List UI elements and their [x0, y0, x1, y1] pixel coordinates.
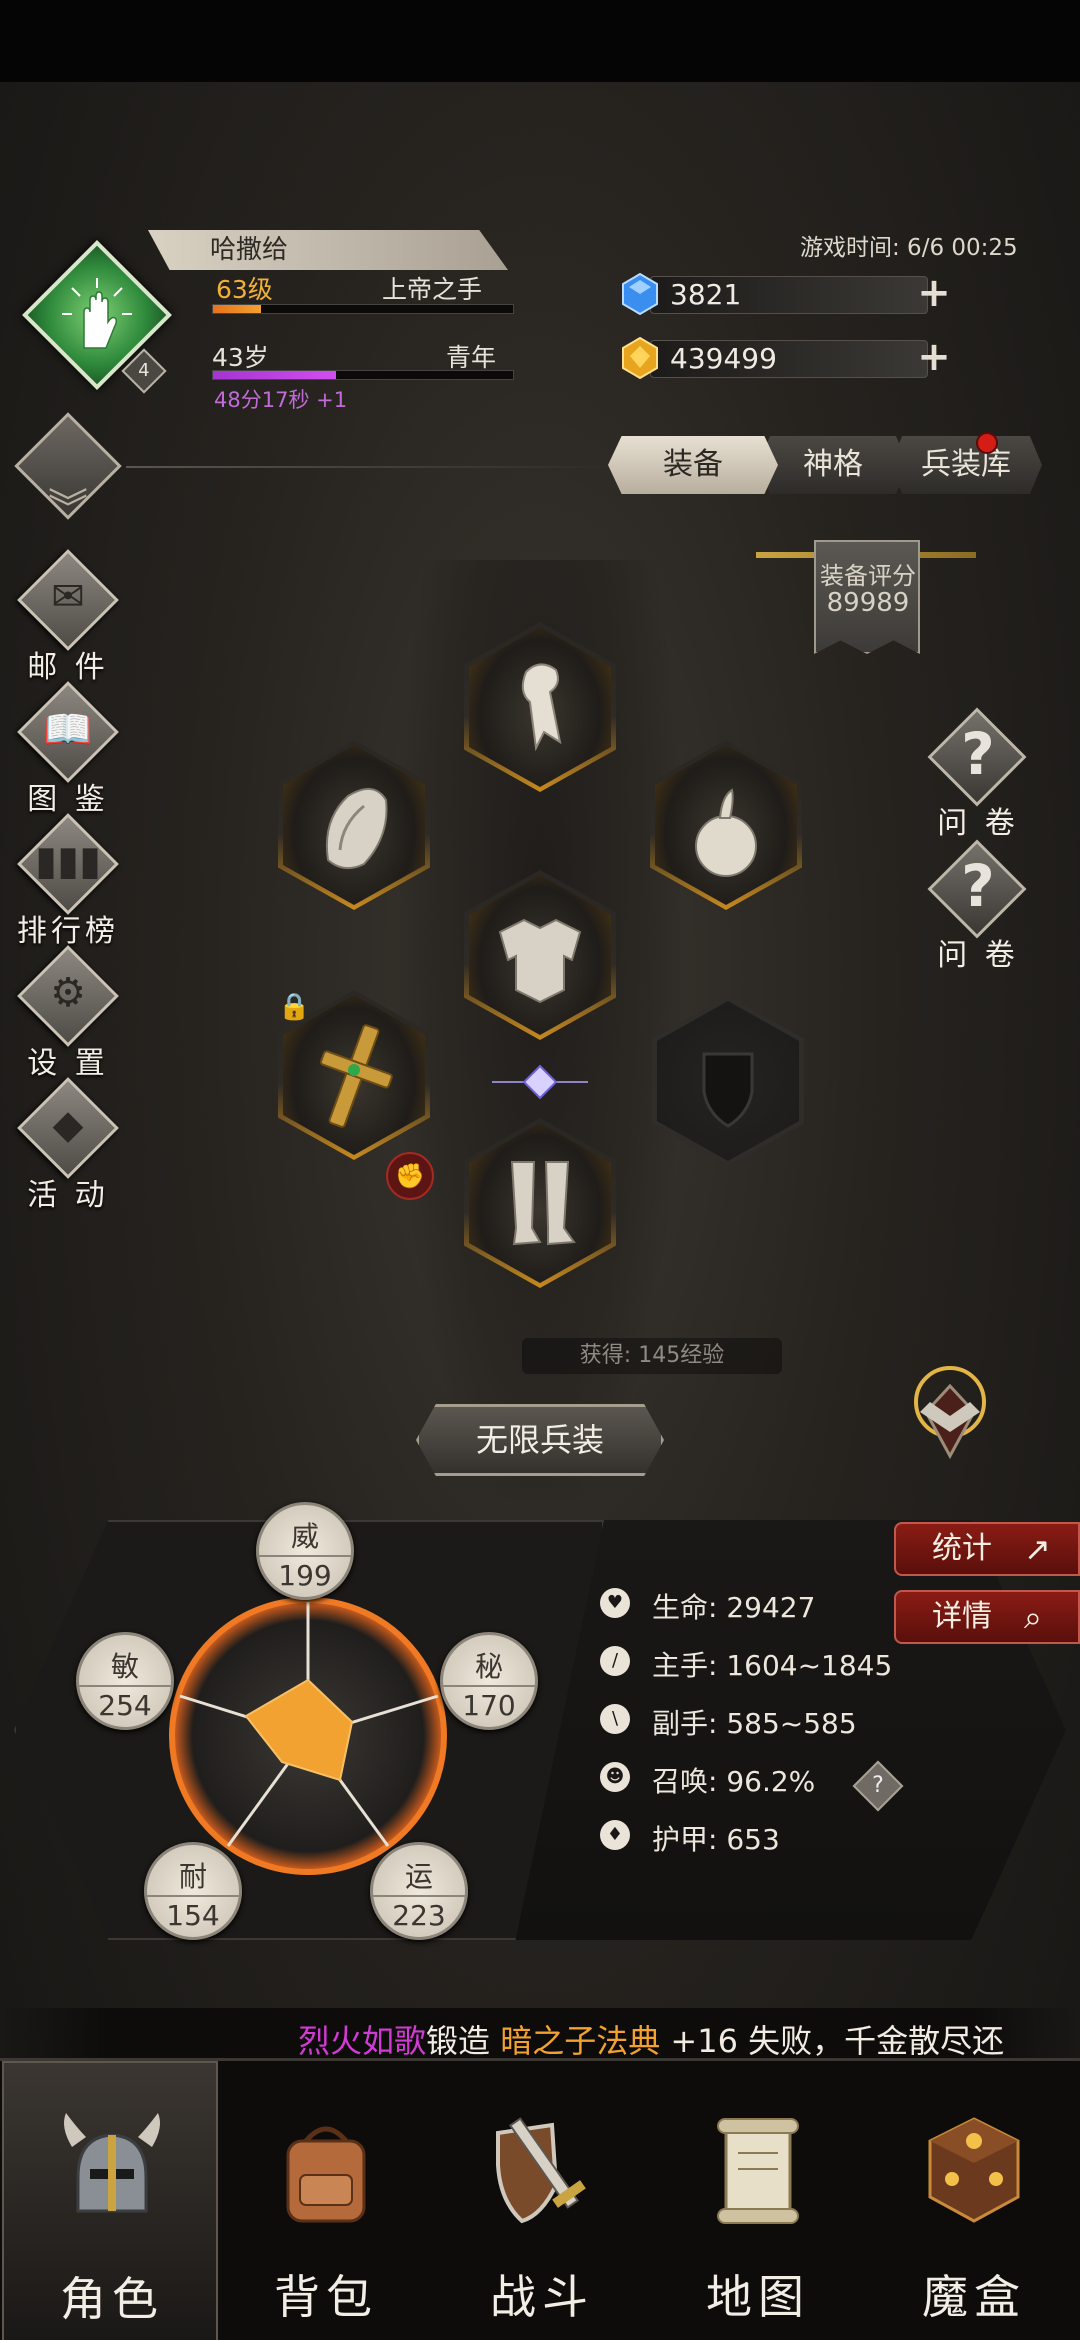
codex-button[interactable]: 📖 图 鉴 [10, 681, 126, 818]
attr-nai: 耐 154 [144, 1842, 242, 1940]
gear-icon: ⚙ [50, 970, 86, 1016]
armor-icon: ♦ [600, 1820, 630, 1850]
sword-icon: / [600, 1646, 630, 1676]
magic-cube-icon [928, 2117, 1020, 2223]
exp-gain-label: 获得: 145经验 [522, 1338, 782, 1374]
age-timer: 48分17秒 +1 [214, 388, 348, 412]
search-icon: ⌕ [1024, 1598, 1042, 1636]
chevron-down-icon: ︾ [48, 486, 88, 532]
attr-mi: 秘 170 [440, 1632, 538, 1730]
gem-currency: 3821 + [620, 272, 956, 316]
nav-map[interactable]: 地图 [650, 2061, 866, 2340]
tab-equip[interactable]: 装备 [608, 436, 778, 494]
character-level: 63级 [216, 275, 273, 304]
nav-bag[interactable]: 背包 [218, 2061, 434, 2340]
sword-shield-icon [496, 2117, 586, 2224]
score-value: 89989 [826, 588, 910, 618]
notification-dot [976, 432, 998, 454]
stat-off-hand: \ 副手: 585~585 [596, 1694, 936, 1752]
heart-icon: ♥ [600, 1588, 630, 1618]
envelope-icon: ✉ [51, 574, 85, 620]
stat-main-hand: / 主手: 1604~1845 [596, 1636, 936, 1694]
summon-icon: ☻ [600, 1762, 630, 1792]
blue-gem-icon [622, 272, 658, 316]
bar-chart-icon: ▮▮▮ [34, 838, 102, 884]
nav-battle[interactable]: 战斗 [434, 2061, 650, 2340]
score-label: 装备评分 [820, 562, 916, 590]
game-time: 游戏时间: 6/6 00:25 [800, 235, 1018, 261]
trend-up-icon: ↗ [1024, 1530, 1051, 1568]
ranking-button[interactable]: ▮▮▮ 排行榜 [10, 813, 126, 950]
gold-currency: 439499 + [620, 336, 956, 380]
tab-armory[interactable]: 兵装库 [890, 436, 1042, 494]
backpack-icon [286, 2126, 366, 2223]
statistics-button[interactable]: 统计 ↗ [894, 1522, 1080, 1576]
survey-button-2[interactable]: ? 问 卷 [918, 839, 1038, 973]
stat-hp: ♥ 生命: 29427 [596, 1578, 936, 1636]
gold-gem-icon [622, 336, 658, 380]
ticker-player: 烈火如歌 [298, 2022, 427, 2060]
broadcast-ticker: 烈火如歌锻造 暗之子法典 +16 失败，千金散尽还 [0, 2008, 1080, 2062]
status-bar [0, 0, 1080, 82]
age-progress-bar [212, 370, 514, 380]
tab-god[interactable]: 神格 [758, 436, 908, 494]
dagger-icon: \ [600, 1704, 630, 1734]
attr-min: 敏 254 [76, 1632, 174, 1730]
hand-emblem-icon [62, 278, 132, 349]
bottom-navigation: 角色 背包 战斗 地图 魔盒 [0, 2058, 1080, 2340]
xp-progress-bar [212, 304, 514, 314]
lock-icon: 🔒 [278, 992, 311, 1022]
add-gems-button[interactable]: + [914, 273, 954, 314]
scroll-map-icon [717, 2118, 799, 2224]
helmet-icon [64, 2113, 160, 2213]
stat-armor: ♦ 护甲: 653 [596, 1810, 936, 1868]
question-icon: ? [961, 720, 995, 788]
divider [126, 466, 616, 468]
events-icon: ◆ [52, 1102, 84, 1148]
infinite-armory-button[interactable]: 无限兵装 [416, 1404, 664, 1476]
character-name: 哈撒给 [148, 230, 508, 270]
downgrade-badge-icon: ✊ [386, 1152, 434, 1200]
nav-role[interactable]: 角色 [2, 2061, 218, 2340]
events-button[interactable]: ◆ 活 动 [10, 1077, 126, 1214]
mail-button[interactable]: ✉ 邮 件 [10, 549, 126, 686]
add-gold-button[interactable]: + [914, 337, 954, 378]
nav-magic-box[interactable]: 魔盒 [866, 2061, 1080, 2340]
combat-stats: ♥ 生命: 29427 /主手: 1604~1845 \ 副手: 585~585 ☻… [596, 1578, 936, 1868]
attr-wei: 威 199 [256, 1502, 354, 1600]
attr-yun: 运 223 [370, 1842, 468, 1940]
question-icon: ? [961, 852, 995, 920]
book-icon: 📖 [43, 707, 93, 753]
settings-button[interactable]: ⚙ 设 置 [10, 945, 126, 1082]
survey-button-1[interactable]: ? 问 卷 [918, 707, 1038, 841]
ticker-item: 暗之子法典 [500, 2022, 661, 2060]
rank-emblem-icon[interactable] [890, 1352, 1010, 1472]
age-stage: 青年 [446, 343, 497, 372]
center-crystal-icon [492, 1064, 588, 1100]
character-title: 上帝之手 [382, 275, 483, 304]
character-age: 43岁 [212, 343, 269, 372]
